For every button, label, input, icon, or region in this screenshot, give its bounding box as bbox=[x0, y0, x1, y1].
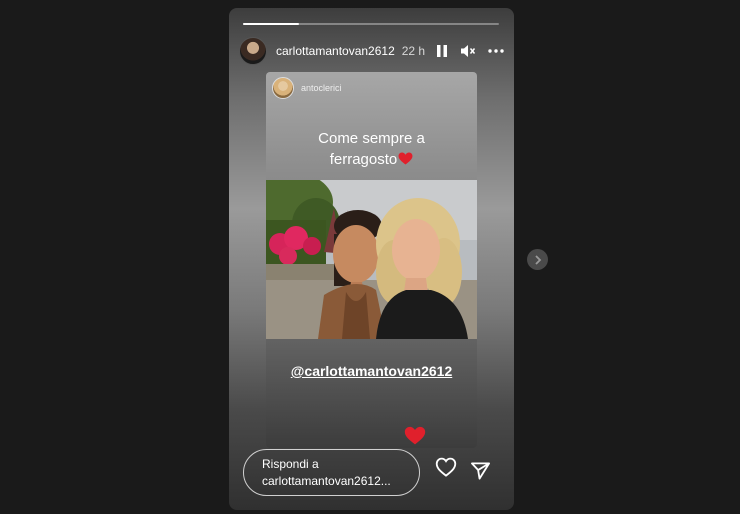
reply-placeholder-line-1: Rispondi a bbox=[262, 457, 319, 471]
story-viewer: carlottamantovan2612 22 h antoclerici Co… bbox=[229, 8, 514, 510]
reply-placeholder-line-2: carlottamantovan2612... bbox=[262, 474, 391, 488]
heart-emoji-icon bbox=[398, 152, 413, 165]
avatar[interactable] bbox=[239, 37, 267, 65]
story-header: carlottamantovan2612 22 h bbox=[239, 37, 504, 65]
reply-input[interactable]: Rispondi a carlottamantovan2612... bbox=[243, 449, 420, 496]
next-story-button[interactable] bbox=[527, 249, 548, 270]
chevron-right-icon bbox=[534, 254, 541, 265]
caption-line-2-text: ferragosto bbox=[329, 151, 398, 168]
story-progress-bar bbox=[243, 23, 499, 25]
caption-line-1: Come sempre a bbox=[318, 130, 425, 147]
caption-line-2: ferragosto bbox=[266, 149, 477, 170]
story-timestamp: 22 h bbox=[401, 44, 426, 58]
shared-post-avatar[interactable] bbox=[272, 77, 294, 99]
shared-post-username[interactable]: antoclerici bbox=[301, 83, 342, 93]
heart-sticker-icon bbox=[404, 426, 426, 445]
story-username[interactable]: carlottamantovan2612 bbox=[276, 44, 395, 58]
story-progress-fill bbox=[243, 23, 300, 25]
more-dots-icon[interactable] bbox=[488, 49, 504, 53]
selfie-photo bbox=[266, 180, 477, 339]
speaker-muted-icon[interactable] bbox=[460, 44, 476, 58]
send-share-icon[interactable] bbox=[470, 461, 491, 481]
shared-post-header: antoclerici bbox=[272, 77, 342, 99]
shared-post-caption: Come sempre a ferragosto bbox=[266, 128, 477, 170]
heart-like-icon[interactable] bbox=[435, 457, 457, 477]
mention-link[interactable]: @carlottamantovan2612 bbox=[266, 363, 477, 379]
shared-post-card[interactable]: antoclerici Come sempre a ferragosto @ca… bbox=[266, 72, 477, 448]
pause-icon[interactable] bbox=[436, 44, 448, 58]
